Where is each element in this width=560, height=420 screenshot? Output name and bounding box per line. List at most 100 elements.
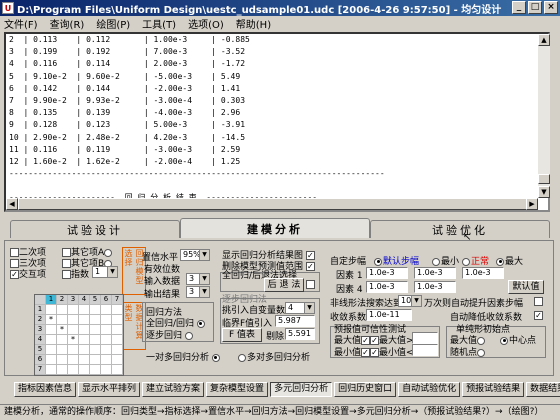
f-table-button[interactable]: F 值表 bbox=[222, 328, 262, 342]
grid-cell[interactable] bbox=[112, 365, 123, 375]
scroll-left-icon[interactable]: ◀ bbox=[6, 198, 18, 210]
grid-cell[interactable] bbox=[112, 305, 123, 315]
grid-cell[interactable] bbox=[57, 305, 68, 315]
scroll-right-icon[interactable]: ▶ bbox=[526, 198, 538, 210]
scroll-thumb[interactable] bbox=[538, 174, 550, 184]
grid-cell[interactable] bbox=[68, 365, 79, 375]
grid-cell[interactable] bbox=[46, 325, 57, 335]
back-method-checkbox[interactable] bbox=[306, 280, 315, 289]
bottom-button-history[interactable]: 回归历史窗口 bbox=[334, 382, 397, 397]
grid-header-cell[interactable] bbox=[35, 295, 46, 305]
grid-cell[interactable] bbox=[101, 325, 112, 335]
f-out-input[interactable]: 5.591 bbox=[285, 328, 315, 340]
grid-cell[interactable] bbox=[90, 345, 101, 355]
index-label[interactable]: 指数 bbox=[62, 267, 89, 280]
grid-cell[interactable] bbox=[57, 365, 68, 375]
grid-cell[interactable] bbox=[101, 365, 112, 375]
menu-tools[interactable]: 工具(T) bbox=[142, 16, 176, 31]
minimize-button[interactable]: _ bbox=[512, 1, 526, 14]
back-method-button[interactable]: 后 退 法 bbox=[264, 278, 304, 292]
grid-cell[interactable] bbox=[68, 325, 79, 335]
grid-cell[interactable] bbox=[101, 335, 112, 345]
menu-options[interactable]: 选项(O) bbox=[188, 16, 224, 31]
grid-cell[interactable] bbox=[79, 325, 90, 335]
grid-cell[interactable] bbox=[101, 345, 112, 355]
grid-cell[interactable]: * bbox=[68, 335, 79, 345]
grid-header-cell[interactable]: 4 bbox=[35, 335, 46, 345]
converge-input[interactable]: 1.0e-11 bbox=[366, 309, 412, 321]
step-normal-radio[interactable]: 正常 bbox=[462, 254, 489, 267]
grid-cell[interactable] bbox=[112, 335, 123, 345]
grid-cell[interactable] bbox=[79, 355, 90, 365]
factor3-input[interactable]: 1.0e-3 bbox=[462, 267, 504, 279]
grid-header-cell[interactable]: 5 bbox=[35, 345, 46, 355]
grid-header-cell[interactable]: 2 bbox=[35, 315, 46, 325]
grid-header-cell[interactable]: 6 bbox=[101, 295, 112, 305]
grid-cell[interactable] bbox=[46, 335, 57, 345]
vertical-scrollbar[interactable]: ▲ ▼ bbox=[538, 34, 550, 198]
interaction-label[interactable]: ✓交互项 bbox=[10, 267, 46, 280]
grid-cell[interactable] bbox=[79, 365, 90, 375]
random-radio[interactable]: 随机点 bbox=[450, 345, 486, 358]
step-max-radio[interactable]: 最大 bbox=[496, 254, 523, 267]
pred-max-input[interactable] bbox=[412, 332, 438, 344]
grid-cell[interactable] bbox=[68, 315, 79, 325]
interaction-grid[interactable]: 1 2 3 4 5 6 7 1 2 * 3 * 4 * 5 6 7 bbox=[34, 294, 124, 376]
var-count-combo[interactable]: 4 bbox=[285, 302, 315, 314]
auto-step-checkbox[interactable] bbox=[534, 297, 543, 306]
menu-file[interactable]: 文件(F) bbox=[4, 16, 38, 31]
grid-cell[interactable] bbox=[112, 355, 123, 365]
grid-cell[interactable] bbox=[101, 305, 112, 315]
f-in-input[interactable]: 5.987 bbox=[275, 315, 315, 327]
bottom-button-levels[interactable]: 显示水平排列 bbox=[78, 382, 141, 397]
factor5-input[interactable]: 1.0e-3 bbox=[414, 281, 456, 293]
grid-cell[interactable]: * bbox=[57, 325, 68, 335]
grid-cell[interactable] bbox=[46, 305, 57, 315]
scroll-up-icon[interactable]: ▲ bbox=[538, 34, 550, 46]
grid-cell[interactable] bbox=[57, 355, 68, 365]
grid-header-cell[interactable]: 7 bbox=[35, 365, 46, 375]
grid-cell[interactable] bbox=[57, 335, 68, 345]
hscroll-thumb[interactable] bbox=[18, 198, 528, 210]
tab-regression[interactable]: 建模分析 bbox=[180, 218, 370, 238]
default-step-radio[interactable]: 默认步幅 bbox=[374, 254, 419, 267]
grid-header-cell[interactable]: 3 bbox=[35, 325, 46, 335]
pred-min-checkbox[interactable]: 最小值✓ ✓最小值< bbox=[334, 345, 414, 358]
grid-cell[interactable] bbox=[46, 345, 57, 355]
auto-down-checkbox[interactable]: ✓ bbox=[534, 311, 543, 320]
maximize-button[interactable]: □ bbox=[528, 1, 542, 14]
bottom-button-optimize[interactable]: 自动试验优化 bbox=[398, 382, 461, 397]
bottom-button-regression[interactable]: 多元回归分析 bbox=[270, 382, 333, 397]
grid-cell[interactable] bbox=[79, 305, 90, 315]
horizontal-scrollbar[interactable]: ◀ ▶ bbox=[6, 198, 538, 210]
close-button[interactable]: × bbox=[544, 1, 558, 14]
input-digits-combo[interactable]: 3 bbox=[186, 273, 210, 285]
grid-cell[interactable] bbox=[101, 315, 112, 325]
grid-cell[interactable] bbox=[90, 365, 101, 375]
grid-header-cell[interactable]: 2 bbox=[57, 295, 68, 305]
grid-cell[interactable] bbox=[68, 345, 79, 355]
grid-header-cell[interactable]: 5 bbox=[90, 295, 101, 305]
method-step-radio[interactable]: 逐步回归 bbox=[146, 328, 194, 341]
grid-cell[interactable] bbox=[57, 315, 68, 325]
pred-min-input[interactable] bbox=[412, 344, 438, 356]
grid-cell[interactable] bbox=[90, 305, 101, 315]
bottom-button-factors[interactable]: 指标因素信息 bbox=[14, 382, 77, 397]
output-editor[interactable]: 2 | 0.113 | 0.112 | 1.00e-3 | -0.885 3 |… bbox=[4, 32, 550, 212]
grid-cell[interactable] bbox=[79, 345, 90, 355]
many-to-many-radio[interactable]: 多对多回归分析 bbox=[238, 350, 310, 363]
grid-cell[interactable] bbox=[112, 345, 123, 355]
grid-header-cell[interactable]: 6 bbox=[35, 355, 46, 365]
output-digits-combo[interactable]: 3 bbox=[186, 286, 210, 298]
grid-header-cell[interactable]: 1 bbox=[35, 305, 46, 315]
menu-plot[interactable]: 绘图(P) bbox=[96, 16, 130, 31]
grid-cell[interactable] bbox=[90, 355, 101, 365]
tab-optimize[interactable]: 试验优化 bbox=[370, 220, 550, 238]
grid-cell[interactable] bbox=[90, 325, 101, 335]
grid-cell[interactable] bbox=[90, 335, 101, 345]
factor1-input[interactable]: 1.0e-3 bbox=[366, 267, 408, 279]
grid-header-cell[interactable]: 7 bbox=[112, 295, 123, 305]
menu-help[interactable]: 帮助(H) bbox=[236, 16, 271, 31]
grid-cell[interactable] bbox=[112, 315, 123, 325]
simplex-center-radio[interactable]: 中心点 bbox=[500, 333, 536, 346]
